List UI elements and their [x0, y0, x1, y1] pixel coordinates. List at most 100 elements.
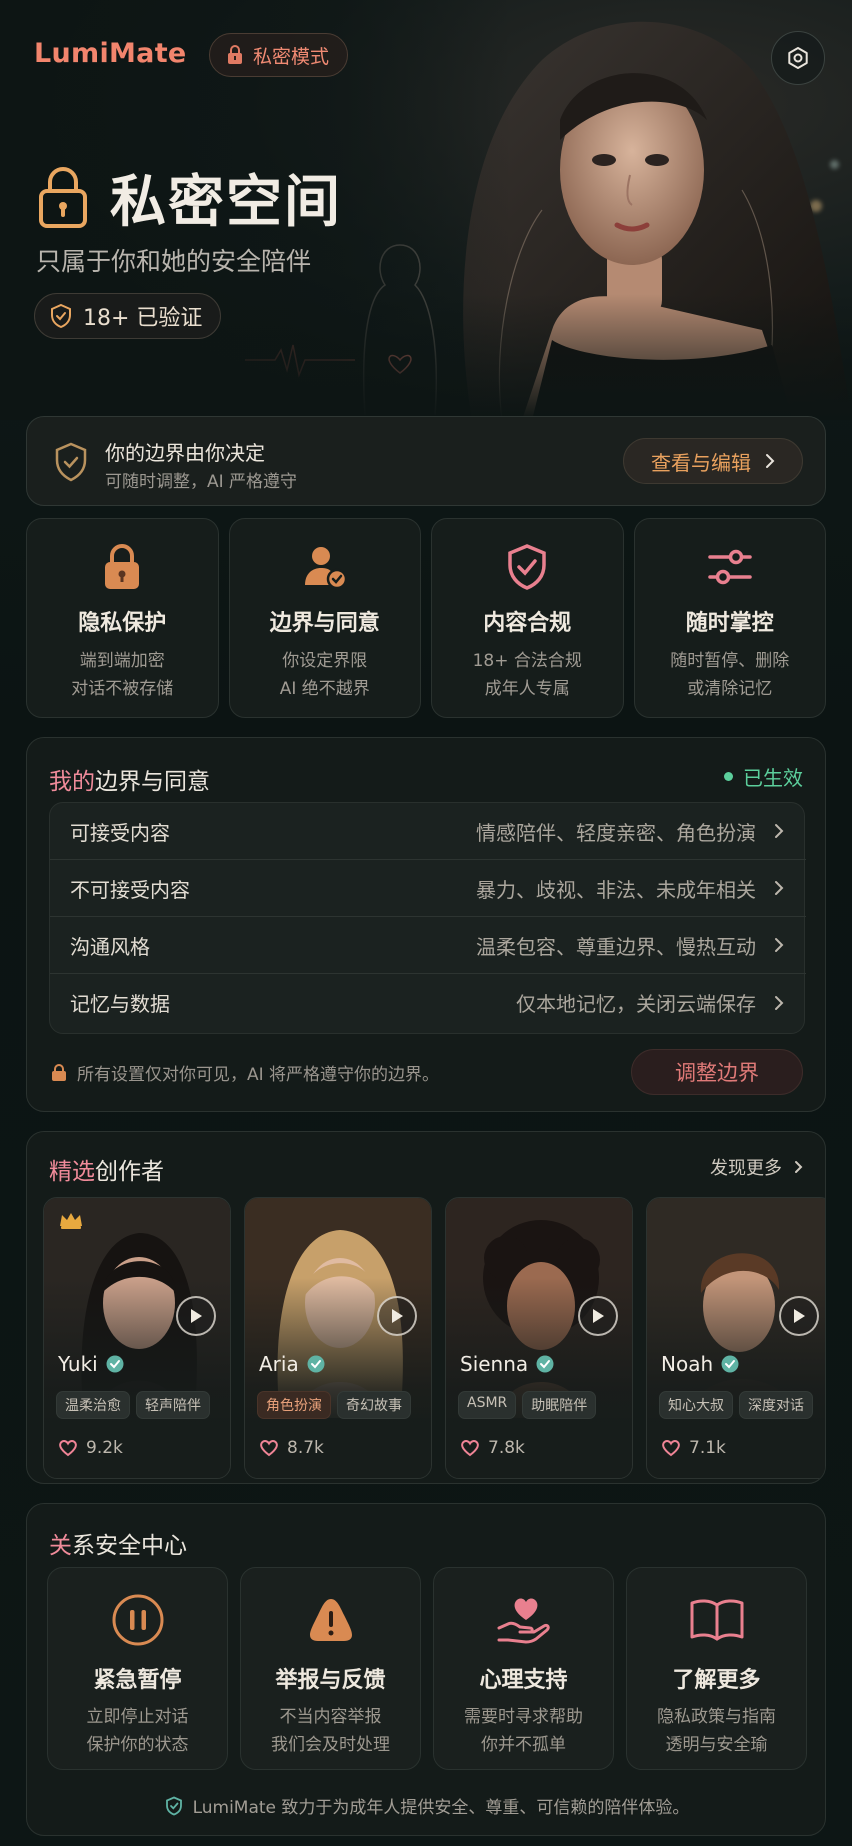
view-edit-button[interactable]: 查看与编辑: [623, 438, 803, 484]
safety-card-desc: 立即停止对话 保护你的状态: [86, 1707, 189, 1755]
boundaries-list: 可接受内容 情感陪伴、轻度亲密、角色扮演 不可接受内容 暴力、歧视、非法、未成年…: [49, 802, 806, 1034]
tag: 温柔治愈: [56, 1391, 130, 1419]
boundary-banner-title: 你的边界由你决定: [105, 441, 265, 465]
boundaries-footer-note: 所有设置仅对你可见，AI 将严格遵守你的边界。: [51, 1060, 439, 1085]
tag: 轻声陪伴: [136, 1391, 210, 1419]
pause-icon: [112, 1594, 163, 1646]
shield-check-icon: [165, 1796, 182, 1815]
feature-card-privacy[interactable]: 隐私保护 端到端加密 对话不被存储: [26, 518, 219, 718]
lock-icon: [105, 544, 140, 589]
safety-card-title: 举报与反馈: [275, 1668, 386, 1693]
emergency-pause-card[interactable]: 紧急暂停 立即停止对话 保护你的状态: [47, 1567, 228, 1770]
page-title: 私密空间: [110, 170, 342, 235]
learn-more-card[interactable]: 了解更多 隐私政策与指南 透明与安全瑜: [626, 1567, 807, 1770]
section-title: 精选创作者: [49, 1159, 164, 1185]
feature-desc: 端到端加密 对话不被存储: [71, 651, 174, 699]
view-edit-label: 查看与编辑: [651, 450, 751, 475]
mental-support-card[interactable]: 心理支持 需要时寻求帮助 你并不孤单: [433, 1567, 614, 1770]
chevron-right-icon: [775, 881, 784, 895]
feature-desc: 18+ 合法合规 成年人专属: [472, 651, 582, 699]
heart-icon: [662, 1440, 680, 1457]
section-title: 我的边界与同意: [49, 769, 210, 795]
play-button[interactable]: [578, 1296, 618, 1336]
feature-cards: 隐私保护 端到端加密 对话不被存储 边界与同意 你设定界限 AI 绝不越界 内容…: [26, 518, 826, 718]
heart-icon: [461, 1440, 479, 1457]
feature-title: 隐私保护: [78, 611, 167, 636]
heart-icon: [59, 1440, 77, 1457]
safety-card-title: 了解更多: [672, 1668, 761, 1693]
feature-card-consent[interactable]: 边界与同意 你设定界限 AI 绝不越界: [228, 518, 421, 718]
creator-tags: ASMR 助眠陪伴: [458, 1391, 597, 1419]
report-feedback-card[interactable]: 举报与反馈 不当内容举报 我们会及时处理: [240, 1567, 421, 1770]
chevron-right-icon: [775, 824, 784, 838]
creator-tags: 温柔治愈 轻声陪伴: [56, 1391, 210, 1419]
creator-card[interactable]: Noah 知心大叔 深度对话 7.1k: [646, 1197, 825, 1479]
boundary-banner-subtitle: 可随时调整，AI 严格遵守: [105, 472, 298, 492]
feature-card-compliance[interactable]: 内容合规 18+ 合法合规 成年人专属: [431, 518, 624, 718]
gear-icon: [788, 47, 808, 69]
boundary-row-acceptable[interactable]: 可接受内容 情感陪伴、轻度亲密、角色扮演: [50, 803, 806, 860]
creator-likes: 9.2k: [58, 1438, 123, 1458]
safety-card-desc: 隐私政策与指南 透明与安全瑜: [657, 1707, 776, 1755]
feature-title: 随时掌控: [685, 611, 774, 636]
creator-name: Yuki: [58, 1352, 124, 1376]
play-button[interactable]: [377, 1296, 417, 1336]
safety-card-title: 紧急暂停: [93, 1668, 182, 1693]
creator-name: Sienna: [460, 1352, 554, 1376]
feature-title: 边界与同意: [269, 611, 380, 636]
boundary-banner: 你的边界由你决定 可随时调整，AI 严格遵守 查看与编辑: [26, 416, 826, 506]
safety-card-desc: 不当内容举报 我们会及时处理: [271, 1707, 390, 1755]
chevron-right-icon: [775, 995, 784, 1010]
tag: 深度对话: [739, 1391, 813, 1419]
settings-button[interactable]: [771, 31, 825, 85]
safety-footer: LumiMate 致力于为成年人提供安全、尊重、可信赖的陪伴体验。: [27, 1793, 827, 1818]
chevron-right-icon: [775, 938, 784, 952]
boundary-row-memory[interactable]: 记忆与数据 仅本地记忆，关闭云端保存: [50, 974, 806, 1031]
sliders-icon: [708, 549, 752, 585]
heart-hand-icon: [497, 1598, 550, 1644]
creator-tags: 知心大叔 深度对话: [659, 1391, 813, 1419]
chevron-right-icon: [766, 454, 775, 468]
status-dot: [724, 772, 733, 781]
safety-center-section: 关系安全中心 紧急暂停 立即停止对话 保护你的状态 举报与反馈 不当内容举报 我…: [26, 1503, 826, 1836]
shield-check-icon: [508, 544, 546, 590]
creator-card[interactable]: Yuki 温柔治愈 轻声陪伴 9.2k: [43, 1197, 231, 1479]
lock-icon: [228, 45, 242, 64]
verified-badge-icon: [721, 1355, 739, 1373]
play-icon: [392, 1309, 403, 1323]
brand-logo: LumiMate: [34, 38, 187, 69]
boundary-row-unacceptable[interactable]: 不可接受内容 暴力、歧视、非法、未成年相关: [50, 860, 806, 917]
age-verified-label: 18+ 已验证: [83, 306, 203, 331]
verified-badge-icon: [536, 1355, 554, 1373]
creator-tags: 角色扮演 奇幻故事: [257, 1391, 411, 1419]
tag: 助眠陪伴: [522, 1391, 597, 1419]
feature-desc: 随时暂停、删除 或清除记忆: [670, 651, 790, 699]
heart-icon: [260, 1440, 278, 1457]
safety-card-desc: 需要时寻求帮助 你并不孤单: [464, 1707, 583, 1755]
creator-name: Noah: [661, 1352, 739, 1376]
private-mode-badge[interactable]: 私密模式: [209, 33, 349, 77]
creator-list: Yuki 温柔治愈 轻声陪伴 9.2k Aria 角色扮演 奇幻故事 8.7k …: [43, 1197, 825, 1482]
creator-likes: 8.7k: [259, 1438, 324, 1458]
tag: 知心大叔: [659, 1391, 733, 1419]
user-check-icon: [304, 547, 347, 590]
play-button[interactable]: [779, 1296, 819, 1336]
creator-name: Aria: [259, 1352, 325, 1376]
feature-title: 内容合规: [483, 611, 572, 636]
safety-card-title: 心理支持: [479, 1668, 568, 1693]
verified-badge-icon: [307, 1355, 325, 1373]
tag: 角色扮演: [257, 1391, 331, 1419]
feature-card-control[interactable]: 随时掌控 随时暂停、删除 或清除记忆: [633, 518, 826, 718]
crown-icon: [60, 1213, 82, 1229]
creator-card[interactable]: Aria 角色扮演 奇幻故事 8.7k: [244, 1197, 432, 1479]
adjust-boundaries-button[interactable]: 调整边界: [631, 1049, 803, 1095]
boundary-row-style[interactable]: 沟通风格 温柔包容、尊重边界、慢热互动: [50, 917, 806, 974]
discover-more-link[interactable]: 发现更多: [710, 1154, 803, 1180]
tag: 奇幻故事: [337, 1391, 411, 1419]
age-verified-badge: 18+ 已验证: [34, 293, 222, 339]
creator-card[interactable]: Sienna ASMR 助眠陪伴 7.8k: [445, 1197, 633, 1479]
play-icon: [593, 1309, 604, 1323]
page-subtitle: 只属于你和她的安全陪伴: [36, 247, 312, 276]
play-button[interactable]: [176, 1296, 216, 1336]
private-mode-label: 私密模式: [253, 45, 330, 68]
